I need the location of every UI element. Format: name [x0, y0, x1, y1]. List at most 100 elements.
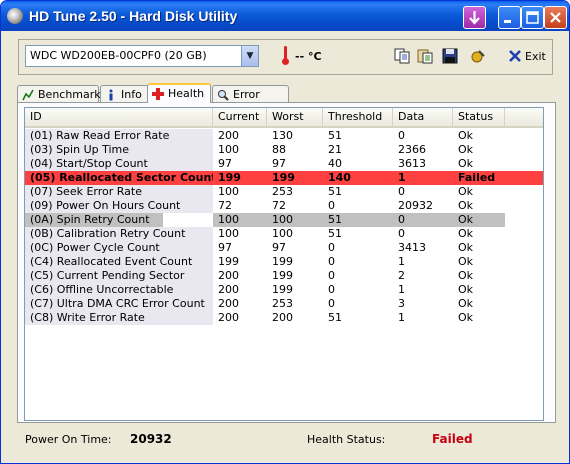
table-row[interactable]: (05) Reallocated Sector Count 199 199 140 1 F… — [25, 171, 543, 185]
cell-status: Ok — [458, 199, 474, 212]
cell-current: 100 — [218, 185, 239, 198]
cell-id: (07) Seek Error Rate — [25, 185, 213, 199]
cell-id: (C4) Reallocated Event Count — [25, 255, 213, 269]
cell-id: (C6) Offline Uncorrectable — [25, 283, 213, 297]
column-header-threshold[interactable]: Threshold — [323, 108, 393, 126]
cell-threshold: 51 — [328, 227, 342, 240]
cell-id: (05) Reallocated Sector Count — [25, 171, 213, 185]
table-row[interactable]: (03) Spin Up Time 100 88 21 2366 Ok — [25, 143, 543, 157]
cell-current: 97 — [218, 241, 232, 254]
table-row[interactable]: (C5) Current Pending Sector 200 199 0 2 Ok — [25, 269, 543, 283]
tab-benchmark-label: Benchmark — [38, 88, 101, 101]
cell-threshold: 0 — [328, 269, 335, 282]
hdtune-app-icon[interactable] — [7, 8, 23, 24]
tab-info[interactable]: Info — [100, 85, 149, 102]
cell-status: Ok — [458, 185, 474, 198]
cell-current: 100 — [218, 143, 239, 156]
chevron-down-icon[interactable]: ▼ — [241, 46, 258, 66]
cell-data: 1 — [398, 255, 405, 268]
maximize-icon — [526, 11, 539, 24]
cell-status: Ok — [458, 283, 474, 296]
cell-threshold: 0 — [328, 297, 335, 310]
window-title: HD Tune 2.50 - Hard Disk Utility — [29, 8, 238, 24]
maximize-button[interactable] — [521, 6, 544, 29]
column-header-data[interactable]: Data — [393, 108, 453, 126]
minimize-button[interactable] — [498, 6, 521, 29]
cell-data: 0 — [393, 213, 453, 227]
cell-current: 200 — [218, 129, 239, 142]
down-arrow-icon — [469, 11, 480, 25]
cell-current: 200 — [218, 297, 239, 310]
cell-status: Ok — [453, 213, 505, 227]
drive-dropdown-value: WDC WD200EB-00CPF0 (20 GB) — [30, 49, 207, 62]
table-row[interactable]: (0A) Spin Retry Count 100 100 51 0 Ok — [25, 213, 543, 227]
cell-worst: 100 — [267, 213, 323, 227]
save-icon[interactable] — [442, 48, 458, 64]
cell-current: 100 — [218, 227, 239, 240]
cell-status: Ok — [458, 143, 474, 156]
health-panel: ID Current Worst Threshold Data Status (… — [17, 102, 556, 423]
title-bar[interactable]: HD Tune 2.50 - Hard Disk Utility — [1, 1, 569, 31]
minimize-icon — [504, 20, 511, 23]
cell-threshold: 51 — [328, 129, 342, 142]
cell-current: 199 — [218, 171, 241, 184]
cell-data: 2 — [398, 269, 405, 282]
cell-data: 1 — [398, 311, 405, 324]
exit-button[interactable]: Exit — [525, 50, 546, 63]
table-row[interactable]: (09) Power On Hours Count 72 72 0 20932 Ok — [25, 199, 543, 213]
tab-error-scan[interactable]: Error Scan — [212, 85, 289, 118]
table-row[interactable]: (01) Raw Read Error Rate 200 130 51 0 Ok — [25, 129, 543, 143]
table-row[interactable]: (C8) Write Error Rate 200 200 51 1 Ok — [25, 311, 543, 325]
cell-worst: 200 — [272, 311, 293, 324]
cell-data: 20932 — [398, 199, 433, 212]
cell-threshold: 21 — [328, 143, 342, 156]
app-window: HD Tune 2.50 - Hard Disk Utility WDC WD2… — [0, 0, 570, 464]
table-row[interactable]: (04) Start/Stop Count 97 97 40 3613 Ok — [25, 157, 543, 171]
options-wrench-icon[interactable] — [470, 48, 486, 64]
table-row[interactable]: (C7) Ultra DMA CRC Error Count 200 253 0 3 Ok — [25, 297, 543, 311]
drive-dropdown[interactable]: WDC WD200EB-00CPF0 (20 GB) ▼ — [25, 45, 259, 67]
table-row[interactable]: (0C) Power Cycle Count 97 97 0 3413 Ok — [25, 241, 543, 255]
status-bar: Power On Time: 20932 Health Status: Fail… — [17, 425, 554, 453]
cell-id: (C8) Write Error Rate — [25, 311, 213, 325]
cell-current: 200 — [218, 269, 239, 282]
tab-benchmark[interactable]: Benchmark — [17, 85, 101, 102]
exit-x-icon[interactable] — [507, 48, 523, 64]
table-row[interactable]: (0B) Calibration Retry Count 100 100 51 0 Ok — [25, 227, 543, 241]
column-header-current[interactable]: Current — [213, 108, 267, 126]
cell-data: 0 — [398, 129, 405, 142]
tab-health[interactable]: Health — [147, 83, 211, 103]
cell-status: Ok — [458, 297, 474, 310]
column-header-id[interactable]: ID — [25, 108, 213, 126]
copy-icon[interactable] — [394, 48, 410, 64]
cell-worst: 130 — [272, 129, 293, 142]
table-row[interactable]: (07) Seek Error Rate 100 253 51 0 Ok — [25, 185, 543, 199]
cell-worst: 253 — [272, 297, 293, 310]
cell-data: 1 — [398, 283, 405, 296]
column-header-status[interactable]: Status — [453, 108, 505, 126]
close-button[interactable] — [544, 6, 567, 29]
close-icon — [550, 12, 561, 23]
copy-all-icon[interactable] — [417, 48, 433, 64]
power-on-value: 20932 — [130, 432, 172, 446]
column-header-worst[interactable]: Worst — [267, 108, 323, 126]
health-cross-icon — [152, 88, 164, 100]
cell-worst: 97 — [272, 157, 286, 170]
cell-threshold: 140 — [328, 171, 351, 184]
smart-attribute-table[interactable]: ID Current Worst Threshold Data Status (… — [24, 107, 544, 421]
thermometer-icon — [281, 46, 289, 65]
tab-health-label: Health — [168, 87, 205, 100]
cell-id: (0C) Power Cycle Count — [25, 241, 213, 255]
table-row[interactable]: (C6) Offline Uncorrectable 200 199 0 1 Ok — [25, 283, 543, 297]
cell-data: 2366 — [398, 143, 426, 156]
power-on-label: Power On Time: — [25, 433, 112, 446]
cell-worst: 199 — [272, 171, 295, 184]
cell-threshold: 51 — [328, 311, 342, 324]
cell-data: 0 — [398, 227, 405, 240]
cell-id: (C5) Current Pending Sector — [25, 269, 213, 283]
table-row[interactable]: (C4) Reallocated Event Count 199 199 0 1 Ok — [25, 255, 543, 269]
cell-threshold: 51 — [323, 213, 393, 227]
download-arrow-button[interactable] — [463, 6, 486, 29]
health-status-label: Health Status: — [307, 433, 386, 446]
cell-id: (04) Start/Stop Count — [25, 157, 213, 171]
